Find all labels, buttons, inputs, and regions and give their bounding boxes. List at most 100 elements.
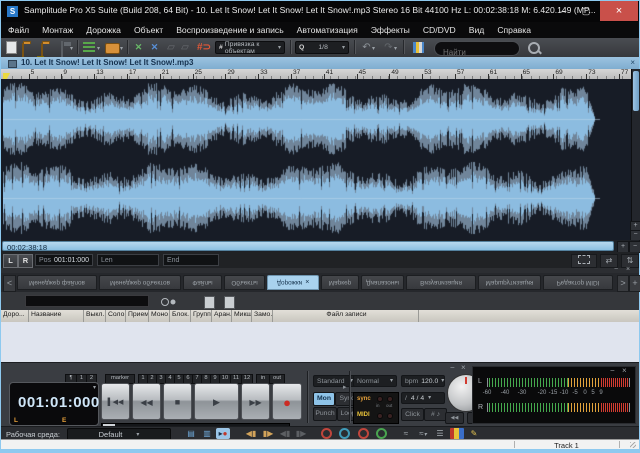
menu-view[interactable]: Вид [469, 25, 485, 35]
bpm-dropdown[interactable]: bpm 120.0 ▾ [401, 375, 445, 387]
fade-in-icon[interactable]: ▱ [165, 41, 177, 54]
toggle-transport-icon[interactable]: ▸● [216, 428, 230, 439]
menu-automation[interactable]: Автоматизация [297, 25, 358, 35]
add-track-caret-icon[interactable]: ▾ [97, 45, 100, 52]
col-record-file[interactable]: Файл записи [273, 310, 419, 322]
menu-effects[interactable]: Эффекты [371, 25, 410, 35]
range-right-button[interactable]: R [18, 254, 33, 268]
quantize-dropdown[interactable]: Q 1/8 ▾ [295, 41, 349, 54]
docker-tab-midi-editor[interactable]: Редактор MIDI [543, 275, 613, 290]
search-tracks-icon[interactable] [161, 298, 169, 306]
click-button[interactable]: Click [401, 408, 424, 421]
track-height-icon[interactable]: ☰ [433, 428, 447, 439]
search-input[interactable] [435, 48, 535, 57]
snap-magnet-icon[interactable]: #⊃ [197, 41, 211, 54]
docker-next-tab-button[interactable]: > [617, 275, 629, 292]
horizontal-scrollbar-thumb[interactable]: 00:02:38:18 [2, 241, 614, 251]
fade-out-icon[interactable]: ▱ [179, 41, 191, 54]
signature-dropdown[interactable]: / 4 / 4 ▾ [401, 392, 445, 404]
menu-edit[interactable]: Монтаж [42, 25, 73, 35]
new-object-icon[interactable] [105, 43, 120, 54]
new-object-caret-icon[interactable]: ▾ [120, 45, 123, 52]
toggle-vip-window-icon[interactable]: ▤ [184, 428, 198, 439]
punch-in-icon[interactable]: ◀▮ [244, 428, 258, 439]
new-project-icon[interactable] [6, 41, 17, 54]
menu-track[interactable]: Дорожка [86, 25, 121, 35]
grid-click-button[interactable]: # ♪ [424, 408, 447, 421]
docker-tab-routing[interactable]: Маршрутизация [478, 275, 541, 290]
docker-tab-objects[interactable]: Объекты [224, 275, 265, 290]
resize-grip[interactable] [630, 442, 636, 448]
time-format-caret-icon[interactable]: ▾ [93, 384, 96, 391]
draw-mode-icon[interactable]: ✎ [467, 428, 481, 439]
col-arrange[interactable]: Аран... [212, 310, 232, 322]
menu-help[interactable]: Справка [497, 25, 531, 35]
punch-out-icon[interactable]: ▮▶ [261, 428, 275, 439]
monitor-button[interactable]: Mon [313, 392, 335, 406]
horizontal-scrollbar[interactable]: 00:02:38:18 + − [1, 240, 639, 252]
fit-view-button[interactable] [571, 254, 597, 268]
export-list-icon[interactable] [204, 296, 215, 309]
refresh-list-icon[interactable] [224, 296, 235, 309]
docker-tab-tracks-active[interactable]: Дорожки × [267, 275, 319, 290]
range-left-button[interactable]: L [3, 254, 18, 268]
menu-playback-record[interactable]: Воспроизведение и запись [176, 25, 283, 35]
document-close-icon[interactable]: × [630, 58, 635, 67]
search-box[interactable] [434, 41, 520, 56]
tempo-mode-dropdown[interactable]: Normal▾ [353, 375, 397, 387]
docker-add-tab-button[interactable]: + [629, 275, 640, 292]
toggle-mixer-icon[interactable]: ▥ [200, 428, 214, 439]
close-button[interactable]: × [600, 1, 638, 21]
monitor-mode-icon[interactable] [337, 428, 351, 439]
punch-button[interactable]: Punch [313, 407, 337, 421]
menu-cddvd[interactable]: CD/DVD [423, 25, 456, 35]
col-mute[interactable]: Выкл. [84, 310, 106, 322]
vertical-scrollbar[interactable] [631, 69, 640, 221]
crossfade-icon[interactable]: ✕ [148, 41, 161, 54]
docker-tab-visualization[interactable]: Визуализация [406, 275, 476, 290]
maximize-button[interactable]: ▢ [575, 1, 597, 21]
docker-tab-close-icon[interactable]: × [305, 279, 309, 286]
panel-expand-icon[interactable]: ▸ [343, 383, 347, 391]
undo-caret-icon[interactable]: ▾ [372, 45, 375, 52]
docker-tab-object-manager[interactable]: Менеджер объектов [99, 275, 181, 290]
search-icon[interactable] [528, 42, 540, 54]
col-group[interactable]: Группа [191, 310, 212, 322]
col-mixer[interactable]: Микш... [232, 310, 252, 322]
save-menu-caret-icon[interactable]: ▾ [70, 45, 73, 52]
waveform-display[interactable] [3, 79, 631, 240]
docker-tab-ranges[interactable]: Диапазоны [361, 275, 404, 290]
time-display[interactable]: 001:01:000 ▾ L E [9, 382, 99, 426]
zoom-wave-in-icon[interactable]: ≈ [399, 428, 413, 439]
track-table-body[interactable] [1, 322, 639, 362]
meter-minimize-icon[interactable]: − [610, 366, 615, 375]
zoom-wave-out-icon[interactable]: ≈▾ [416, 428, 430, 439]
add-track-icon[interactable] [83, 42, 95, 53]
col-track[interactable]: Доро... [1, 310, 29, 322]
end-field[interactable]: End [163, 254, 219, 266]
redo-caret-icon[interactable]: ▾ [394, 45, 397, 52]
minimize-button[interactable]: – [552, 1, 574, 21]
fast-forward-button[interactable]: ▶▶ [241, 383, 270, 420]
col-freeze[interactable]: Замо... [252, 310, 273, 322]
col-mono[interactable]: Моно [149, 310, 170, 322]
to-start-button[interactable]: ▌◀◀ [101, 383, 130, 420]
docker-tab-files[interactable]: Файлы [183, 275, 222, 290]
stop-button[interactable]: ■ [163, 383, 192, 420]
record-button[interactable]: ● [272, 383, 302, 420]
record-options-icon[interactable] [356, 428, 370, 439]
col-name[interactable]: Название [29, 310, 84, 322]
playback-options-icon[interactable] [374, 428, 388, 439]
title-bar[interactable]: S Samplitude Pro X5 Suite (Build 208, 64… [1, 1, 639, 22]
nudge-back-button[interactable]: ◀◀ [445, 412, 464, 424]
rewind-button[interactable]: ◀◀ [132, 383, 161, 420]
document-tab[interactable]: 10. Let It Snow! Let It Snow! Let It Sno… [21, 58, 193, 67]
spectrum-view-icon[interactable] [450, 428, 464, 439]
docker-tab-file-manager[interactable]: Менеджер файлов [17, 275, 97, 290]
menu-object[interactable]: Объект [134, 25, 163, 35]
vertical-scrollbar-thumb[interactable] [633, 71, 639, 111]
play-mode-dropdown[interactable]: Standard▾ [313, 375, 357, 387]
docker-tab-marker[interactable]: Маркер [321, 275, 359, 290]
menu-file[interactable]: Файл [8, 25, 29, 35]
track-filter-input[interactable] [25, 295, 149, 307]
